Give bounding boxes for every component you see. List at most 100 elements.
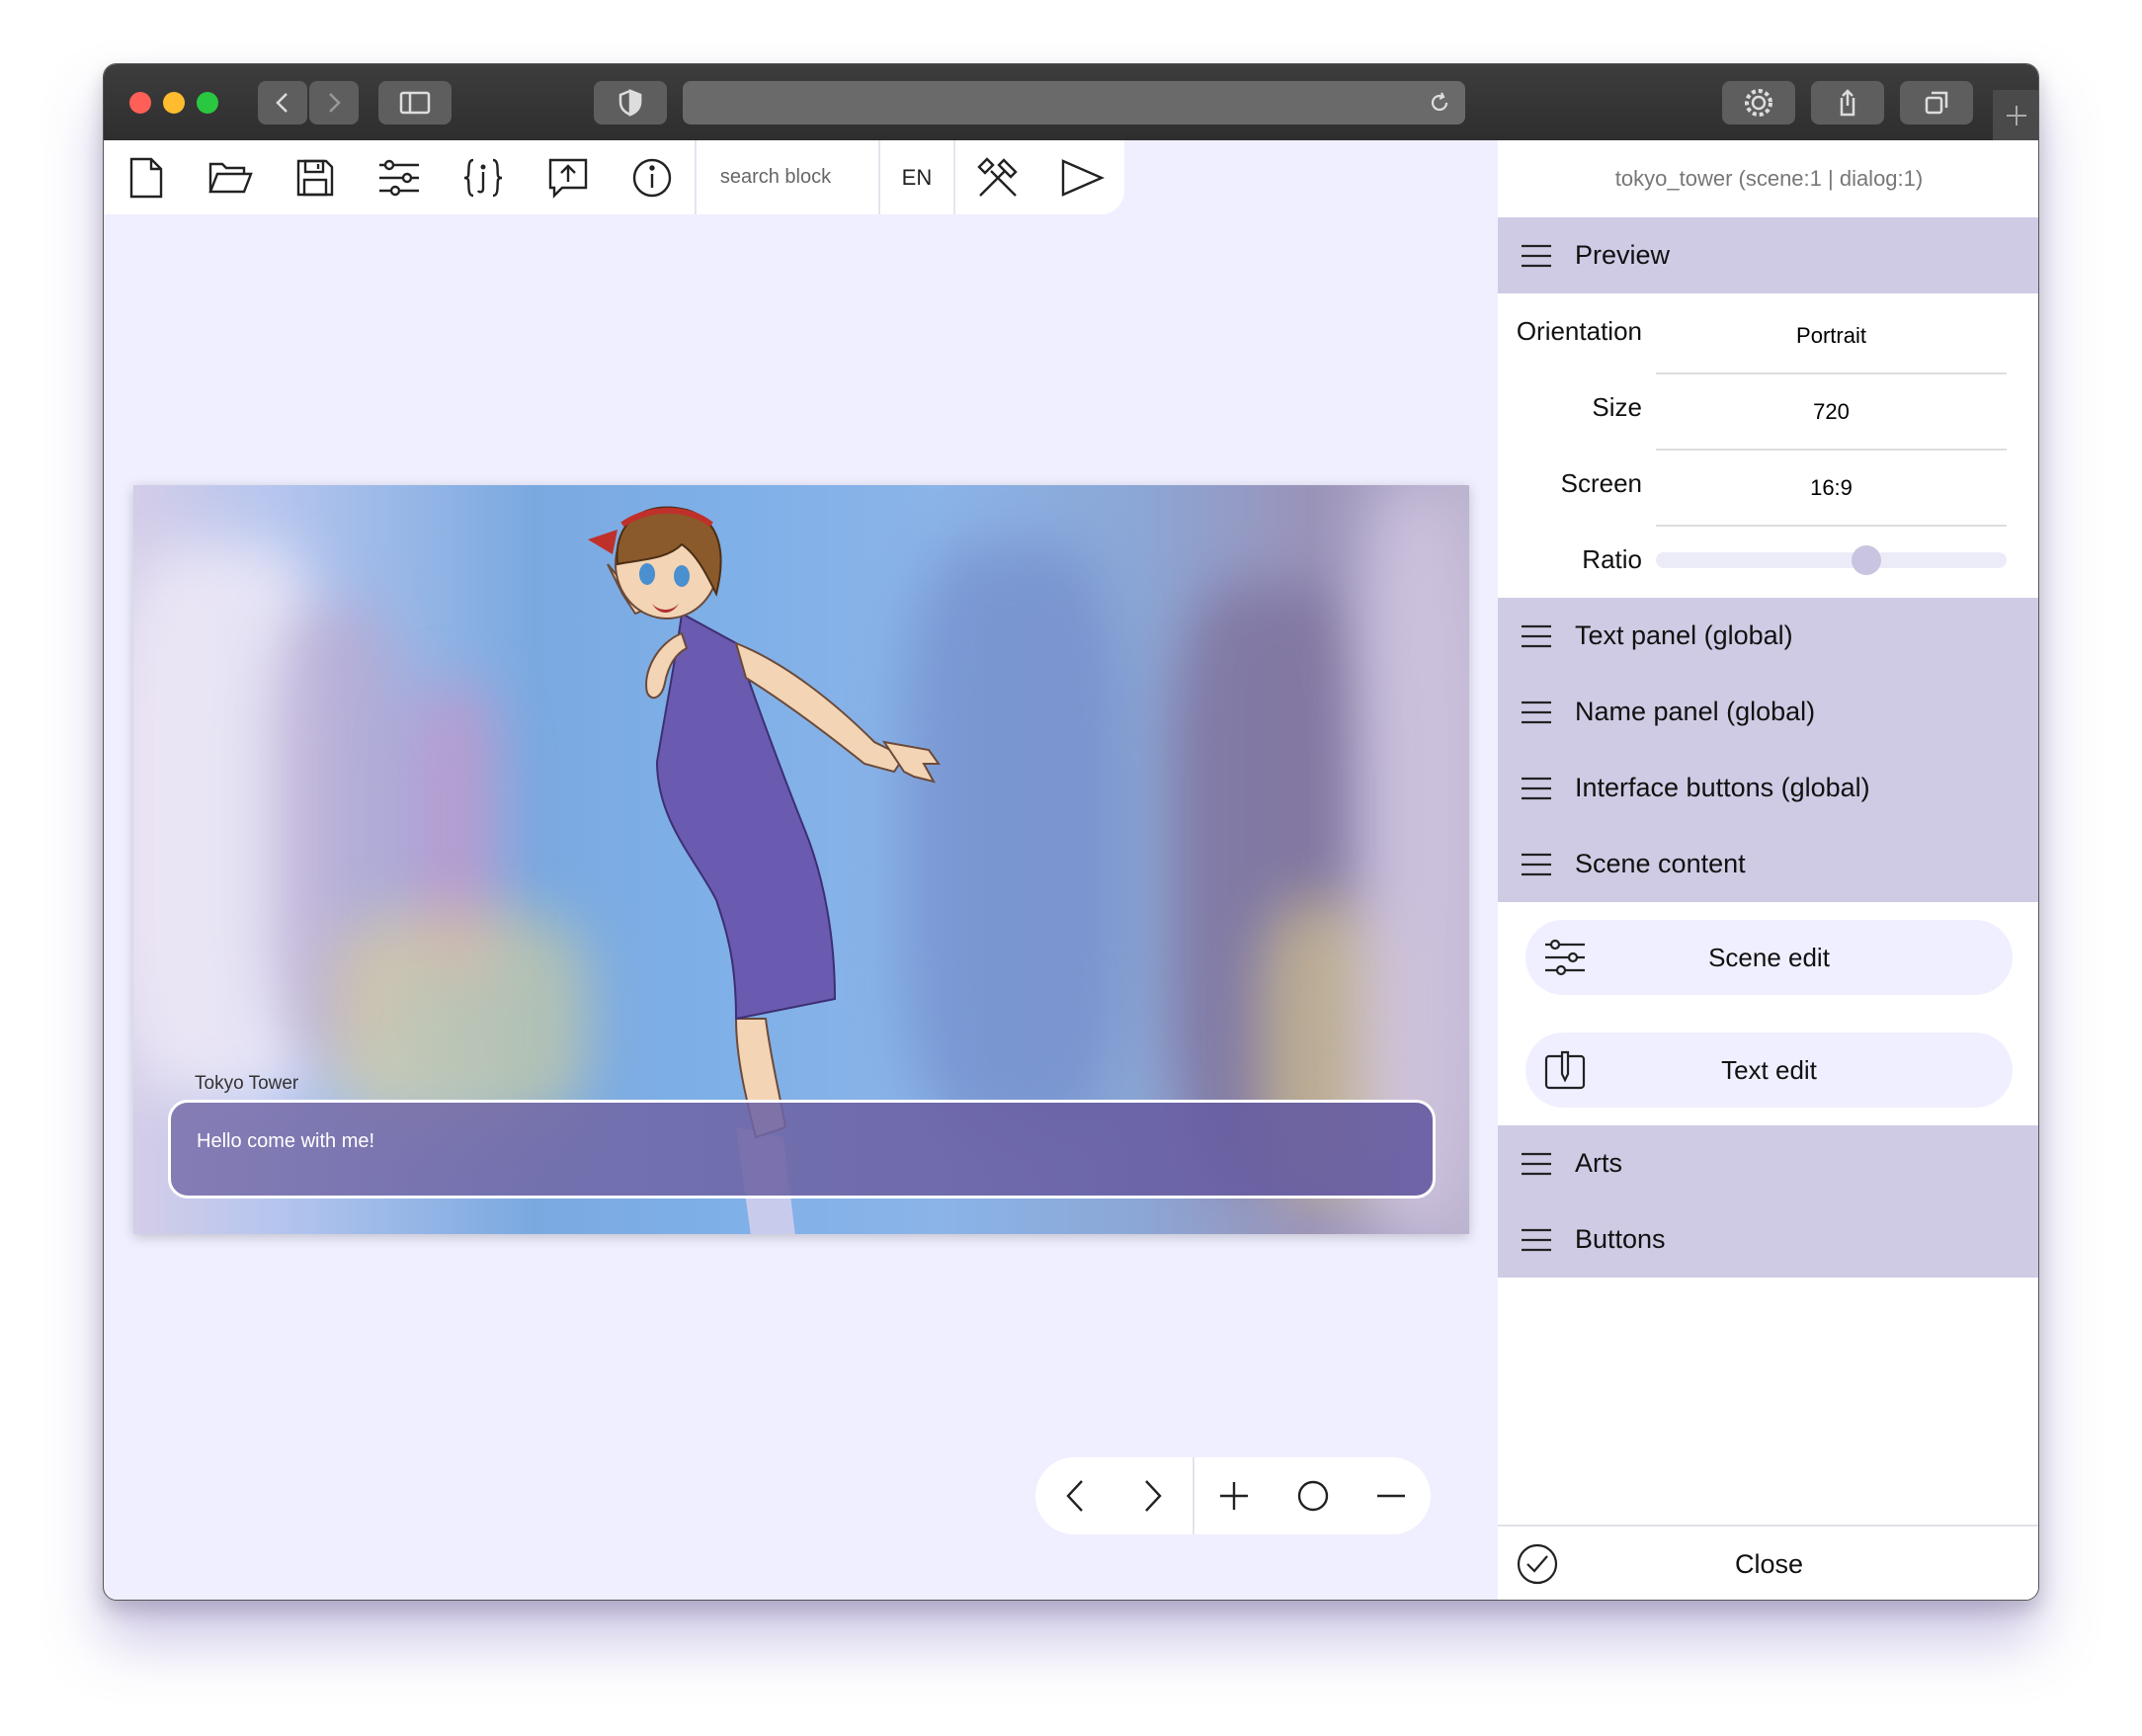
sidebar-icon (399, 91, 431, 115)
section-buttons[interactable]: Buttons (1498, 1201, 2038, 1278)
maximize-window-button[interactable] (197, 92, 218, 114)
dialog-text: Hello come with me! (197, 1130, 375, 1152)
new-file-icon (129, 157, 162, 198)
size-select[interactable]: 720 (1656, 374, 2007, 451)
folder-open-icon (208, 162, 253, 193)
new-tab-button[interactable] (1993, 90, 2038, 140)
info-icon (632, 158, 672, 197)
play-button[interactable] (1040, 140, 1124, 214)
ratio-slider[interactable] (1656, 544, 2007, 575)
browser-titlebar (104, 64, 2038, 140)
zoom-out-button[interactable] (1352, 1457, 1431, 1534)
sliders-icon (1545, 939, 1585, 976)
menu-icon (1498, 243, 1575, 269)
menu-icon (1498, 776, 1575, 801)
chevron-left-icon (276, 93, 288, 113)
chevron-right-icon (1145, 1480, 1163, 1512)
play-icon (1062, 158, 1106, 197)
zoom-reset-button[interactable] (1274, 1457, 1353, 1534)
speaker-name-label: Tokyo Tower (195, 1073, 299, 1094)
section-text-panel[interactable]: Text panel (global) (1498, 598, 2038, 674)
share-icon (1840, 89, 1855, 117)
section-label: Arts (1575, 1148, 1623, 1178)
menu-icon (1498, 852, 1575, 877)
section-label: Text panel (global) (1575, 620, 1793, 650)
settings-sliders-button[interactable] (357, 140, 441, 214)
text-edit-button[interactable]: Text edit (1525, 1033, 2013, 1108)
language-selector[interactable]: EN (880, 165, 953, 191)
close-window-button[interactable] (129, 92, 151, 114)
info-button[interactable] (610, 140, 694, 214)
section-label: Name panel (global) (1575, 697, 1816, 726)
next-button[interactable] (1114, 1457, 1194, 1534)
close-button[interactable]: Close (1498, 1525, 2038, 1600)
section-label: Buttons (1575, 1224, 1666, 1254)
section-arts[interactable]: Arts (1498, 1125, 2038, 1201)
scene-edit-button[interactable]: Scene edit (1525, 920, 2013, 995)
chevron-left-icon (1066, 1480, 1083, 1512)
button-label: Scene edit (1708, 942, 1830, 972)
field-label: Ratio (1582, 544, 1642, 574)
field-label: Size (1592, 392, 1642, 422)
field-screen: Screen 16:9 (1498, 446, 2038, 527)
browser-back-button[interactable] (258, 81, 307, 124)
circle-icon (1297, 1480, 1328, 1512)
field-orientation: Orientation Portrait (1498, 293, 2038, 374)
tools-icon (977, 156, 1018, 197)
save-button[interactable] (273, 140, 357, 214)
plus-icon (1220, 1482, 1248, 1510)
share-button[interactable] (1811, 81, 1884, 124)
dialog-text-panel[interactable]: Hello come with me! (168, 1100, 1436, 1199)
gear-icon (1745, 89, 1772, 117)
reload-icon[interactable] (1428, 91, 1451, 115)
slider-thumb[interactable] (1852, 544, 1881, 575)
section-scene-content[interactable]: Scene content (1498, 826, 2038, 902)
section-interface-buttons[interactable]: Interface buttons (global) (1498, 750, 2038, 826)
field-ratio: Ratio (1498, 522, 2038, 598)
preview-navigation (1035, 1457, 1431, 1534)
minus-icon (1377, 1494, 1406, 1498)
address-bar[interactable] (683, 81, 1465, 124)
minimize-window-button[interactable] (163, 92, 185, 114)
checkmark-circle-icon (1517, 1543, 1558, 1585)
zoom-in-button[interactable] (1195, 1457, 1274, 1534)
section-name-panel[interactable]: Name panel (global) (1498, 674, 2038, 750)
menu-icon (1498, 623, 1575, 649)
sliders-icon (378, 159, 419, 196)
section-label: Scene content (1575, 849, 1746, 878)
json-button[interactable] (442, 140, 526, 214)
field-label: Orientation (1516, 316, 1642, 346)
settings-button[interactable] (1722, 81, 1795, 124)
button-label: Text edit (1721, 1054, 1817, 1085)
field-label: Screen (1560, 468, 1642, 498)
open-folder-button[interactable] (188, 140, 272, 214)
message-upload-icon (548, 158, 587, 199)
editor-toolbar: search block EN (104, 140, 1124, 214)
tabs-icon (1925, 91, 1948, 115)
properties-panel: tokyo_tower (scene:1 | dialog:1) Preview… (1498, 140, 2038, 1600)
screen-select[interactable]: 16:9 (1656, 451, 2007, 527)
close-label: Close (1734, 1548, 1804, 1579)
previous-button[interactable] (1035, 1457, 1114, 1534)
background-blur (331, 910, 588, 1127)
menu-icon (1498, 1151, 1575, 1177)
text-edit-icon (1544, 1050, 1586, 1090)
save-icon (296, 159, 333, 196)
panel-title: tokyo_tower (scene:1 | dialog:1) (1498, 140, 2038, 217)
section-preview[interactable]: Preview (1498, 217, 2038, 293)
search-block-input[interactable]: search block (697, 166, 878, 189)
plus-icon (2007, 105, 2026, 125)
privacy-shield-button[interactable] (594, 81, 667, 124)
build-tools-button[interactable] (955, 140, 1039, 214)
upload-message-button[interactable] (526, 140, 610, 214)
app-window: search block EN Tokyo Tower Hello come w… (103, 63, 2039, 1601)
browser-forward-button[interactable] (309, 81, 359, 124)
orientation-select[interactable]: Portrait (1656, 298, 2007, 374)
section-label: Preview (1575, 240, 1671, 270)
new-file-button[interactable] (104, 140, 188, 214)
field-size: Size 720 (1498, 370, 2038, 451)
tabs-overview-button[interactable] (1900, 81, 1973, 124)
sidebar-toggle-button[interactable] (378, 81, 452, 124)
scene-preview[interactable]: Tokyo Tower Hello come with me! (133, 485, 1469, 1234)
section-label: Interface buttons (global) (1575, 773, 1870, 802)
